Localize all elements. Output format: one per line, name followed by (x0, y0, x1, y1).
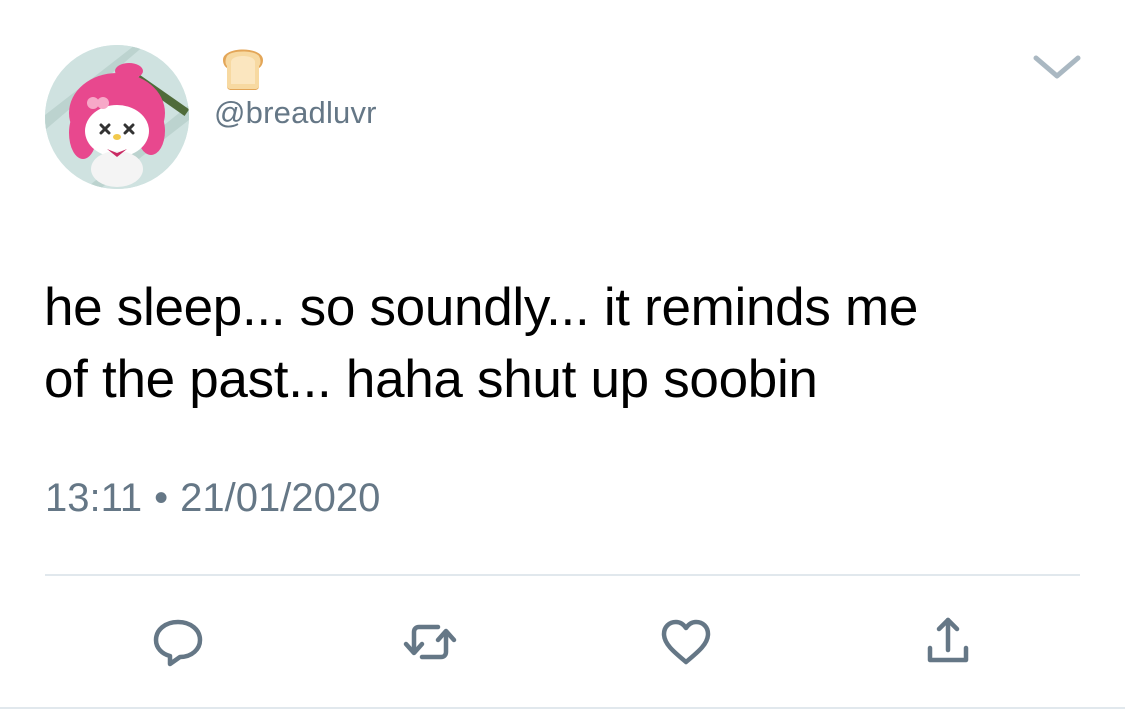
timestamp-separator: • (154, 476, 169, 520)
share-icon (927, 617, 969, 663)
share-button[interactable] (918, 612, 978, 672)
tweet-card: @breadluvr he sleep... so soundly... it … (0, 0, 1125, 710)
chevron-down-icon[interactable] (1030, 52, 1084, 84)
user-handle[interactable]: @breadluvr (214, 95, 377, 131)
like-button[interactable] (656, 612, 716, 672)
bottom-divider (0, 707, 1125, 709)
avatar[interactable] (45, 45, 189, 189)
retweet-button[interactable] (400, 612, 460, 672)
reply-icon (153, 619, 203, 667)
tweet-date: 21/01/2020 (180, 476, 381, 520)
retweet-icon (403, 624, 457, 660)
bread-emoji-icon (215, 38, 271, 94)
tweet-time: 13:11 (45, 476, 143, 520)
reply-button[interactable] (148, 612, 208, 672)
divider (45, 574, 1080, 576)
tweet-timestamp[interactable]: 13:11 • 21/01/2020 (45, 476, 380, 521)
heart-icon (661, 619, 711, 665)
tweet-text: he sleep... so soundly... it reminds me … (44, 278, 919, 409)
